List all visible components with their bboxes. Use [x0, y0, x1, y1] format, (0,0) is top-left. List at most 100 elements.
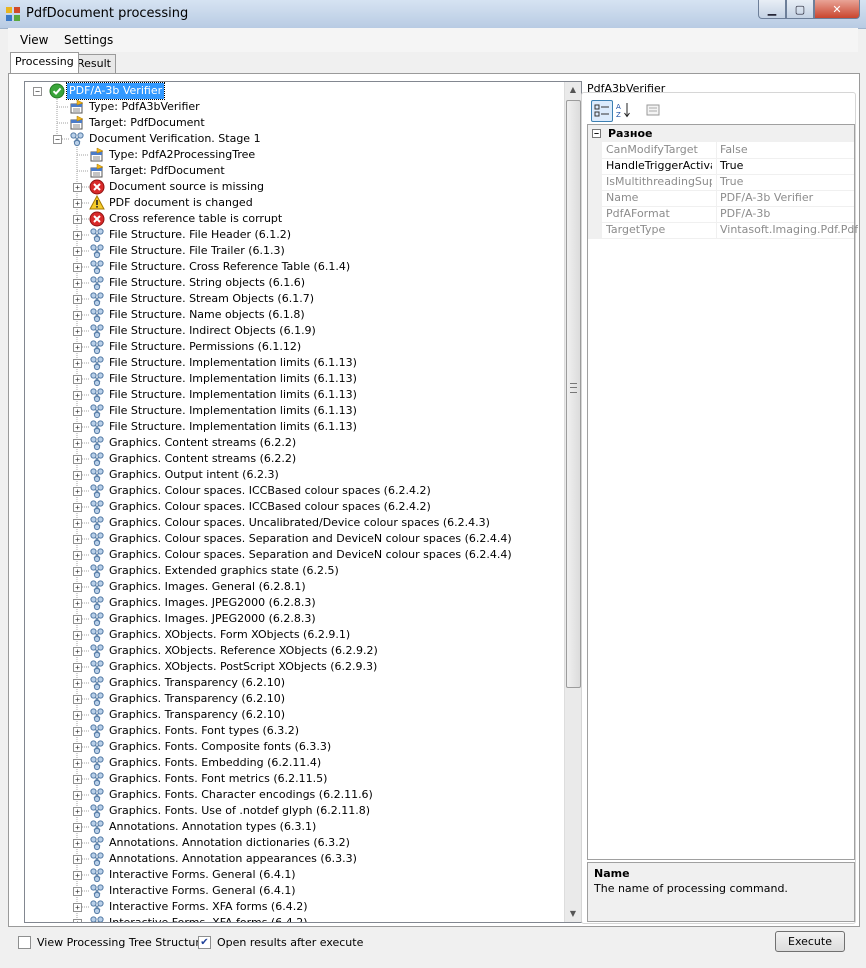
tree-node[interactable]: File Structure. Stream Objects (6.1.7)	[89, 291, 316, 307]
maximize-button[interactable]: ▢	[786, 0, 814, 19]
tree-expand-toggle[interactable]: +	[73, 631, 82, 640]
tree-node[interactable]: Graphics. Colour spaces. Separation and …	[89, 531, 514, 547]
tree-expand-toggle[interactable]: +	[73, 887, 82, 896]
tree-node[interactable]: Graphics. Extended graphics state (6.2.5…	[89, 563, 341, 579]
tree-expand-toggle[interactable]: +	[73, 183, 82, 192]
property-value[interactable]: True	[716, 174, 858, 190]
tree-node[interactable]: Graphics. XObjects. Reference XObjects (…	[89, 643, 380, 659]
tree-node[interactable]: Document source is missing	[89, 179, 266, 195]
tree-node[interactable]: Target: PdfDocument	[69, 115, 207, 131]
tree-expand-toggle[interactable]: +	[73, 311, 82, 320]
property-row[interactable]: CanModifyTarget False	[588, 142, 854, 159]
tree-expand-toggle[interactable]: +	[73, 487, 82, 496]
tree-expand-toggle[interactable]: +	[73, 791, 82, 800]
property-category[interactable]: − Разное	[588, 125, 854, 142]
tree-node[interactable]: File Structure. Implementation limits (6…	[89, 403, 359, 419]
tree-expand-toggle[interactable]: +	[73, 919, 82, 922]
tree-expand-toggle[interactable]: +	[73, 663, 82, 672]
tree-expand-toggle[interactable]: +	[73, 695, 82, 704]
tree-node[interactable]: Graphics. Images. JPEG2000 (6.2.8.3)	[89, 611, 318, 627]
tree-collapse-toggle[interactable]: −	[33, 87, 42, 96]
tree-node[interactable]: PDF document is changed	[89, 195, 255, 211]
tree-expand-toggle[interactable]: +	[73, 503, 82, 512]
menu-settings[interactable]: Settings	[64, 33, 113, 47]
tree-expand-toggle[interactable]: +	[73, 775, 82, 784]
property-row[interactable]: Name PDF/A-3b Verifier	[588, 190, 854, 207]
tree-node[interactable]: Graphics. Images. General (6.2.8.1)	[89, 579, 308, 595]
tree-root-node[interactable]: PDF/A-3b Verifier	[49, 82, 166, 100]
tree-expand-toggle[interactable]: +	[73, 855, 82, 864]
view-tree-structure-checkbox[interactable]: View Processing Tree Structure	[18, 936, 206, 949]
scroll-thumb[interactable]	[566, 100, 581, 688]
property-value[interactable]: False	[716, 142, 858, 158]
tree-node[interactable]: Graphics. Images. JPEG2000 (6.2.8.3)	[89, 595, 318, 611]
tree-expand-toggle[interactable]: +	[73, 727, 82, 736]
tree-node[interactable]: Graphics. XObjects. PostScript XObjects …	[89, 659, 379, 675]
tree-node[interactable]: Graphics. Fonts. Composite fonts (6.3.3)	[89, 739, 333, 755]
tree-node[interactable]: Annotations. Annotation appearances (6.3…	[89, 851, 359, 867]
tree-node[interactable]: File Structure. Implementation limits (6…	[89, 355, 359, 371]
tree-node[interactable]: Graphics. Colour spaces. ICCBased colour…	[89, 499, 433, 515]
scroll-up-arrow[interactable]: ▲	[565, 82, 581, 98]
alphabetical-button[interactable]: A Z	[613, 100, 633, 120]
tree-expand-toggle[interactable]: +	[73, 647, 82, 656]
property-value[interactable]: True	[716, 158, 858, 174]
tree-node[interactable]: Interactive Forms. General (6.4.1)	[89, 867, 298, 883]
tree-expand-toggle[interactable]: +	[73, 759, 82, 768]
property-pages-button[interactable]	[643, 100, 663, 120]
tree-expand-toggle[interactable]: +	[73, 279, 82, 288]
tree-expand-toggle[interactable]: +	[73, 535, 82, 544]
minimize-button[interactable]: ▁	[758, 0, 786, 19]
close-button[interactable]: ✕	[814, 0, 860, 19]
tree-node[interactable]: Type: PdfA2ProcessingTree	[89, 147, 257, 163]
tree-expand-toggle[interactable]: +	[73, 615, 82, 624]
tree-expand-toggle[interactable]: +	[73, 471, 82, 480]
tree-expand-toggle[interactable]: +	[73, 455, 82, 464]
tree-node[interactable]: Annotations. Annotation dictionaries (6.…	[89, 835, 352, 851]
tree-node[interactable]: Type: PdfA3bVerifier	[69, 99, 202, 115]
tree-expand-toggle[interactable]: +	[73, 247, 82, 256]
tree-expand-toggle[interactable]: +	[73, 903, 82, 912]
property-row[interactable]: IsMultithreadingSupportedTrue	[588, 174, 854, 191]
tree-expand-toggle[interactable]: +	[73, 711, 82, 720]
tree-expand-toggle[interactable]: +	[73, 679, 82, 688]
property-grid[interactable]: − Разное CanModifyTarget False HandleTrigg…	[587, 124, 858, 860]
category-collapse-toggle[interactable]: −	[592, 129, 601, 138]
tree-node[interactable]: Graphics. Fonts. Font types (6.3.2)	[89, 723, 301, 739]
tree-expand-toggle[interactable]: +	[73, 839, 82, 848]
tree-node[interactable]: Interactive Forms. XFA forms (6.4.2)	[89, 899, 310, 915]
tree-node[interactable]: Graphics. Content streams (6.2.2)	[89, 451, 298, 467]
tree-expand-toggle[interactable]: +	[73, 823, 82, 832]
tree-node[interactable]: Graphics. Output intent (6.2.3)	[89, 467, 281, 483]
tree-node[interactable]: Graphics. Fonts. Embedding (6.2.11.4)	[89, 755, 323, 771]
tree-node[interactable]: Cross reference table is corrupt	[89, 211, 284, 227]
property-value[interactable]: PDF/A-3b	[716, 206, 858, 222]
tree-expand-toggle[interactable]: +	[73, 807, 82, 816]
tree-node[interactable]: Graphics. Transparency (6.2.10)	[89, 691, 287, 707]
checkbox-box[interactable]	[18, 936, 31, 949]
tree-node[interactable]: File Structure. Implementation limits (6…	[89, 419, 359, 435]
tree-expand-toggle[interactable]: +	[73, 583, 82, 592]
tree-node[interactable]: Graphics. Transparency (6.2.10)	[89, 707, 287, 723]
tree-node[interactable]: Graphics. Transparency (6.2.10)	[89, 675, 287, 691]
categorized-button[interactable]	[591, 100, 613, 122]
scroll-down-arrow[interactable]: ▼	[565, 906, 581, 922]
tree-expand-toggle[interactable]: +	[73, 407, 82, 416]
tree-expand-toggle[interactable]: +	[73, 871, 82, 880]
property-row[interactable]: TargetType Vintasoft.Imaging.Pdf.PdfDocum…	[588, 222, 858, 239]
open-results-checkbox[interactable]: ✔ Open results after execute	[198, 936, 363, 949]
tree-expand-toggle[interactable]: +	[73, 423, 82, 432]
tree-scrollbar[interactable]: ▲ ▼	[564, 82, 581, 922]
property-row[interactable]: HandleTriggerActivationTrue	[588, 158, 854, 175]
property-value[interactable]: Vintasoft.Imaging.Pdf.PdfDocument	[716, 222, 858, 238]
tree-expand-toggle[interactable]: +	[73, 263, 82, 272]
tree-expand-toggle[interactable]: +	[73, 551, 82, 560]
tree-expand-toggle[interactable]: +	[73, 599, 82, 608]
tree-node[interactable]: File Structure. Name objects (6.1.8)	[89, 307, 307, 323]
tree-node[interactable]: File Structure. Implementation limits (6…	[89, 387, 359, 403]
tree-node[interactable]: Annotations. Annotation types (6.3.1)	[89, 819, 318, 835]
tree-expand-toggle[interactable]: +	[73, 519, 82, 528]
tree-expand-toggle[interactable]: +	[73, 343, 82, 352]
tree-collapse-toggle[interactable]: −	[53, 135, 62, 144]
tree-expand-toggle[interactable]: +	[73, 359, 82, 368]
